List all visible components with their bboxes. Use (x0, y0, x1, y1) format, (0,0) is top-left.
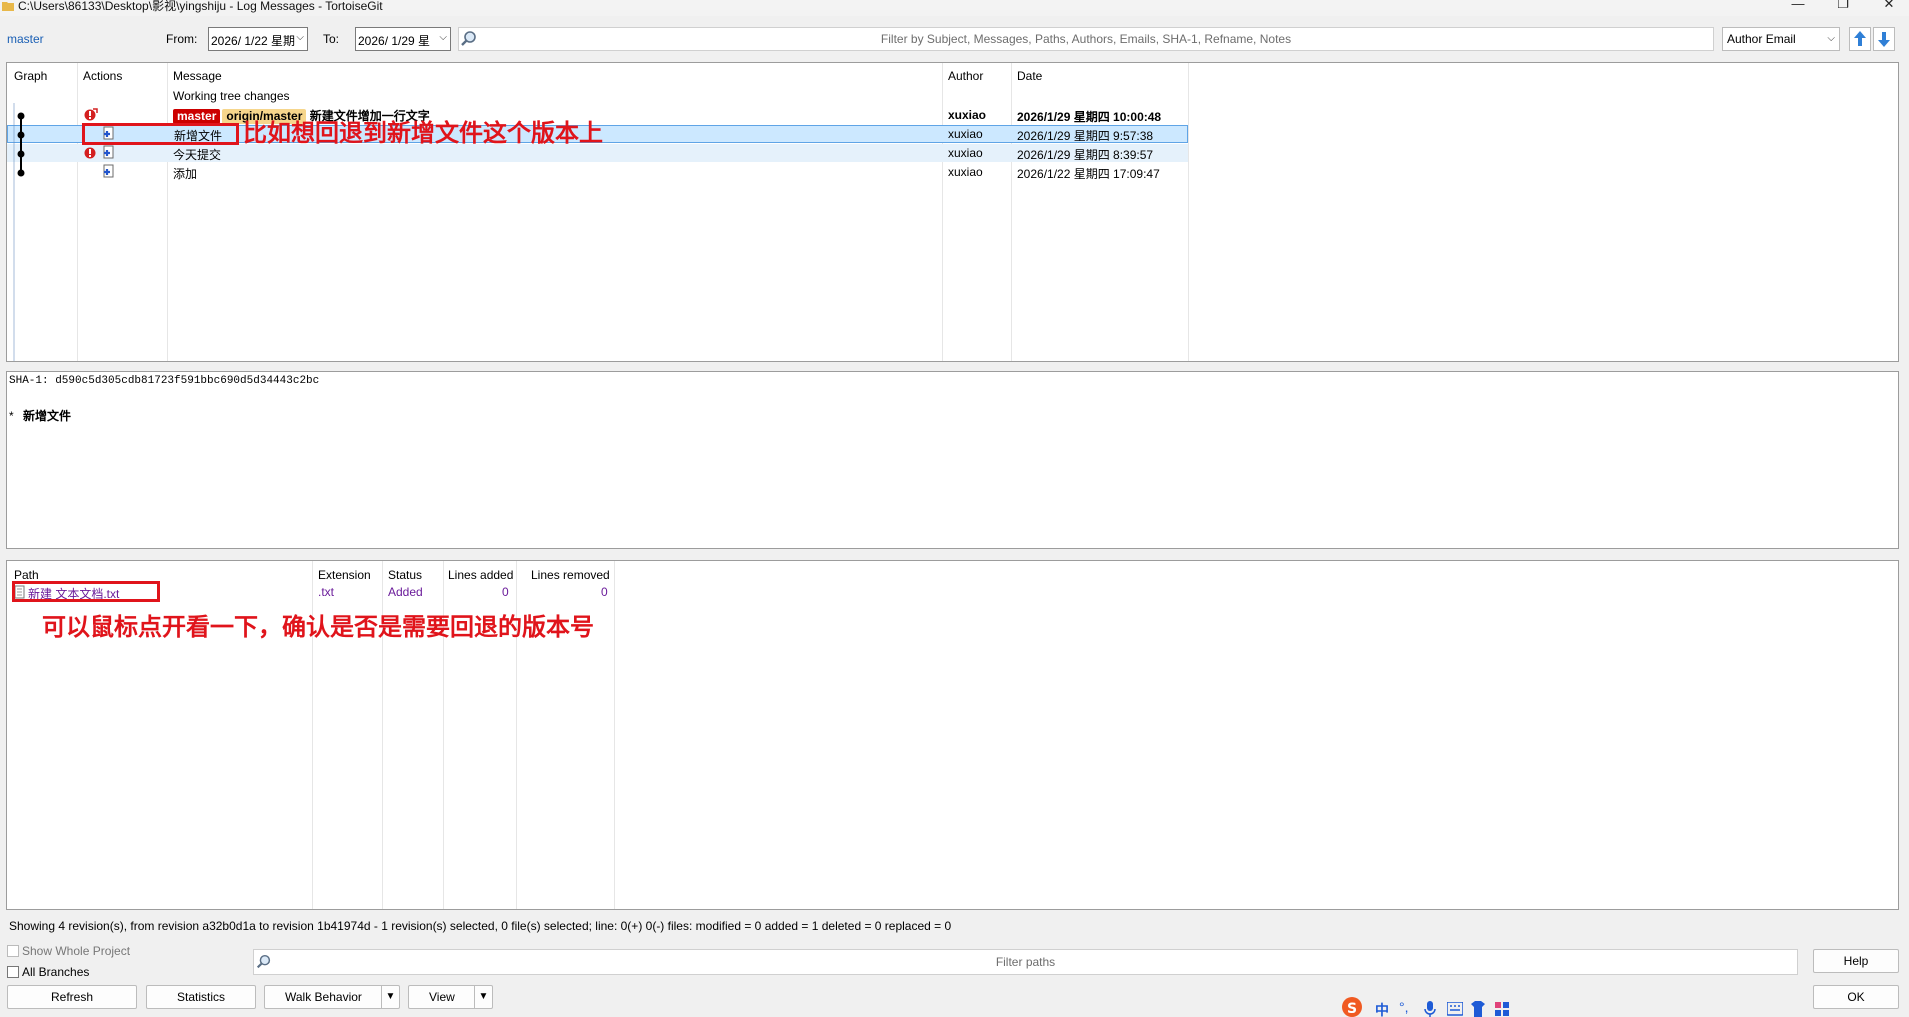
keyboard-icon[interactable] (1447, 1002, 1463, 1016)
commit-date: 2026/1/29 星期四 9:57:38 (1017, 129, 1154, 143)
arrow-up-icon (1854, 31, 1866, 46)
walk-behavior-label: Walk Behavior (285, 990, 362, 1004)
to-date-value: 2026/ 1/29 星 (358, 34, 431, 48)
filter-field-select[interactable]: Author Email ⌵ (1722, 27, 1840, 51)
minimize-button[interactable]: — (1789, 0, 1807, 12)
file-lines-added: 0 (502, 585, 509, 599)
skin-shirt-icon[interactable] (1470, 1001, 1486, 1017)
path-filter-input[interactable]: Filter paths (253, 949, 1798, 975)
status-summary: Showing 4 revision(s), from revision a32… (9, 919, 952, 933)
commit-date: 2026/1/29 星期四 10:00:48 (1017, 110, 1162, 124)
show-whole-project-checkbox[interactable] (7, 945, 19, 957)
walk-behavior-button[interactable]: Walk Behavior ▼ (264, 985, 400, 1009)
commit-author: xuxiao (948, 127, 983, 141)
column-header-message[interactable]: Message (173, 69, 222, 83)
from-date-value: 2026/ 1/22 星期 (211, 34, 296, 48)
refresh-button[interactable]: Refresh (7, 985, 137, 1009)
title-bar: C:\Users\86133\Desktop\影视\yingshiju - Lo… (0, 0, 1909, 16)
view-label: View (429, 990, 455, 1004)
commit-date: 2026/1/22 星期四 17:09:47 (1017, 167, 1160, 181)
window-title: C:\Users\86133\Desktop\影视\yingshiju - Lo… (18, 0, 383, 13)
annotation-highlight-box (12, 581, 160, 602)
from-label: From: (166, 32, 198, 46)
sha-line: SHA-1: d590c5d305cdb81723f591bbc690d5d34… (9, 375, 320, 387)
all-branches-label: All Branches (22, 965, 90, 979)
file-extension: .txt (318, 585, 335, 599)
chevron-down-icon: ⌵ (296, 32, 304, 43)
annotation-highlight-box (82, 123, 239, 145)
column-header-extension[interactable]: Extension (318, 568, 371, 582)
folder-icon (2, 2, 14, 11)
commit-author: xuxiao (948, 146, 983, 160)
log-list[interactable]: Graph Actions Message Author Date Workin… (6, 62, 1899, 362)
column-header-path[interactable]: Path (14, 568, 39, 582)
filter-field-value: Author Email (1727, 32, 1796, 46)
to-date-picker[interactable]: 2026/ 1/29 星 ⌵ (355, 27, 451, 51)
chevron-down-icon: ⌵ (1827, 33, 1835, 44)
close-button[interactable]: ✕ (1880, 0, 1898, 12)
commit-message-pane[interactable]: SHA-1: d590c5d305cdb81723f591bbc690d5d34… (6, 371, 1899, 549)
column-divider (1188, 63, 1189, 361)
bullet-marker: * (9, 409, 14, 423)
svg-text:S: S (1347, 1001, 1357, 1017)
commit-message: 今天提交 (173, 148, 222, 162)
file-added-icon (103, 164, 114, 178)
ok-button[interactable]: OK (1813, 985, 1899, 1009)
from-date-picker[interactable]: 2026/ 1/22 星期 ⌵ (208, 27, 308, 51)
column-header-lines-added[interactable]: Lines added (448, 568, 513, 582)
commit-author: xuxiao (948, 165, 983, 179)
restore-button[interactable]: ❐ (1834, 0, 1852, 12)
punctuation-icon[interactable]: °, (1399, 999, 1409, 1015)
commit-message: 添加 (173, 167, 198, 181)
log-filter-input[interactable]: Filter by Subject, Messages, Paths, Auth… (458, 27, 1714, 51)
ime-toolbar[interactable]: S 中 °, (1339, 995, 1519, 1017)
chevron-down-icon: ⌵ (439, 32, 447, 43)
annotation-text-bottom: 可以鼠标点开看一下，确认是否是需要回退的版本号 (42, 613, 594, 641)
view-button[interactable]: View ▼ (408, 985, 493, 1009)
search-icon[interactable] (459, 29, 479, 49)
file-lines-removed: 0 (601, 585, 608, 599)
all-branches-checkbox[interactable] (7, 966, 19, 978)
chevron-down-icon[interactable]: ▼ (474, 986, 492, 1008)
ime-chinese-mode[interactable]: 中 (1375, 1000, 1389, 1017)
statistics-button[interactable]: Statistics (146, 985, 256, 1009)
file-added-icon (103, 145, 114, 159)
arrow-down-icon (1878, 32, 1890, 47)
search-icon[interactable] (255, 953, 273, 971)
chevron-down-icon[interactable]: ▼ (381, 986, 399, 1008)
push-alert-icon (84, 147, 96, 159)
branch-link[interactable]: master (7, 32, 44, 46)
column-header-author[interactable]: Author (948, 69, 983, 83)
annotation-text-top: 比如想回退到新增文件这个版本上 (243, 119, 603, 147)
to-label: To: (323, 32, 340, 46)
column-divider (614, 561, 615, 909)
sort-up-button[interactable] (1849, 27, 1871, 51)
show-whole-project-label: Show Whole Project (22, 944, 131, 958)
log-row[interactable]: 添加 xuxiao 2026/1/22 星期四 17:09:47 (7, 163, 1188, 181)
column-header-lines-removed[interactable]: Lines removed (531, 568, 610, 582)
sort-down-button[interactable] (1873, 27, 1895, 51)
help-button[interactable]: Help (1813, 949, 1899, 973)
file-status: Added (388, 585, 423, 599)
message-subject: 新增文件 (23, 409, 72, 423)
toolbox-grid-icon[interactable] (1494, 1001, 1510, 1017)
ref-tag-master: master (173, 109, 221, 124)
column-header-status[interactable]: Status (388, 568, 422, 582)
column-header-date[interactable]: Date (1017, 69, 1042, 83)
commit-date: 2026/1/29 星期四 8:39:57 (1017, 148, 1154, 162)
sogou-logo-icon: S (1342, 997, 1362, 1017)
working-tree-row[interactable]: Working tree changes (173, 89, 290, 103)
push-alert-icon (84, 108, 98, 121)
commit-author: xuxiao (948, 108, 987, 122)
microphone-icon[interactable] (1423, 1001, 1437, 1017)
